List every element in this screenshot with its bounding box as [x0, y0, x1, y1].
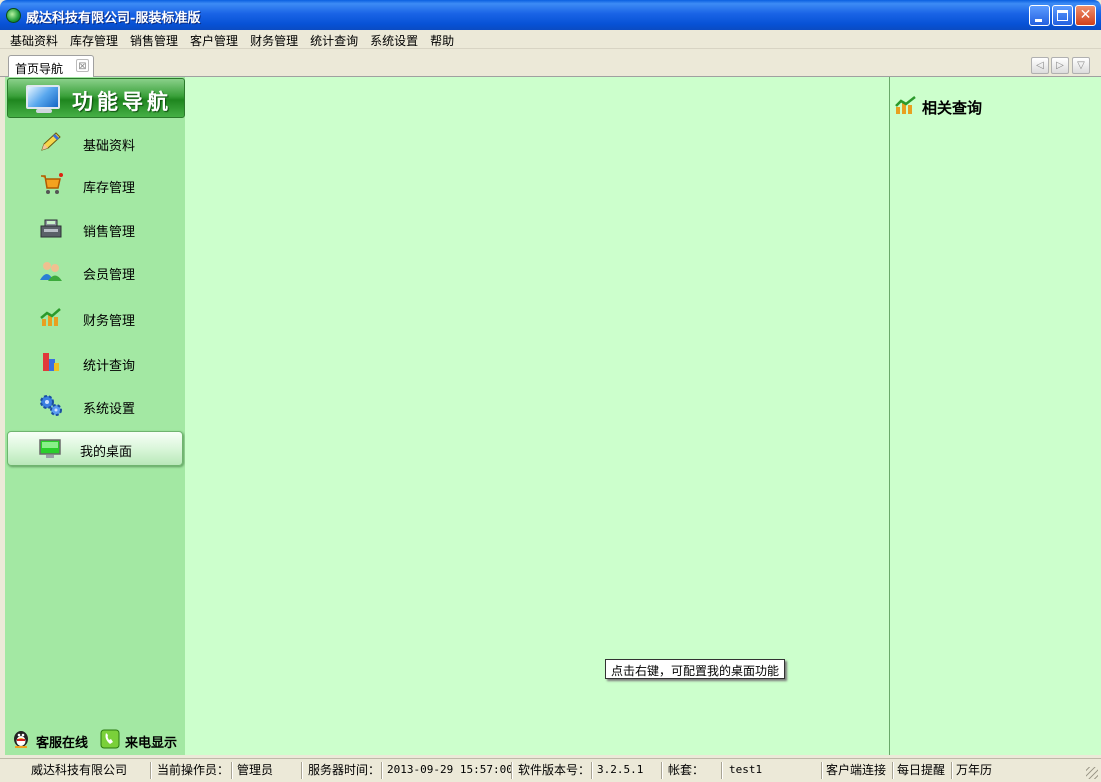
nav-header-title: 功能导航: [72, 90, 172, 114]
status-separator: [661, 762, 663, 779]
cart-icon: [41, 173, 63, 194]
phone-icon[interactable]: [100, 729, 120, 749]
status-separator: [511, 762, 513, 779]
close-button[interactable]: ✕: [1075, 5, 1096, 26]
caller-id-link[interactable]: 来电显示: [125, 732, 177, 751]
menu-inventory[interactable]: 库存管理: [64, 30, 124, 49]
gears-icon: [40, 395, 62, 416]
calendar-button[interactable]: 万年历: [956, 762, 992, 780]
maximize-button[interactable]: [1052, 5, 1073, 26]
menu-finance[interactable]: 财务管理: [244, 30, 304, 49]
client-connection-button[interactable]: 客户端连接: [826, 762, 886, 780]
status-separator: [231, 762, 233, 779]
chart-icon: [40, 308, 61, 326]
status-separator: [721, 762, 723, 779]
close-icon: ✕: [1079, 7, 1092, 23]
qq-penguin-icon[interactable]: [11, 729, 31, 749]
status-operator-label: 当前操作员：: [157, 763, 230, 777]
status-version-label: 软件版本号：: [518, 763, 591, 777]
tab-list-icon[interactable]: ▽: [1072, 57, 1090, 74]
nav-label: 统计查询: [83, 359, 136, 374]
status-separator: [591, 762, 593, 779]
status-account: test1: [729, 763, 763, 776]
monitor-stand: [36, 109, 52, 113]
nav-item-basic-data[interactable]: 基础资料: [5, 122, 185, 162]
daily-reminder-button[interactable]: 每日提醒: [897, 762, 945, 780]
monitor-icon: [39, 439, 61, 458]
nav-label: 基础资料: [83, 139, 136, 154]
tab-label: 首页导航: [15, 62, 64, 76]
title-bar[interactable]: 威达科技有限公司-服装标准版 ✕: [0, 0, 1101, 30]
tab-close-icon[interactable]: ⊠: [76, 59, 89, 72]
menu-basic-data[interactable]: 基础资料: [4, 30, 64, 49]
tab-strip: 首页导航 ⊠ ◁ ▷ ▽: [0, 52, 1101, 78]
menu-statistics[interactable]: 统计查询: [304, 30, 364, 49]
minimize-button[interactable]: [1029, 5, 1050, 26]
desktop-hint-tooltip: 点击右键，可配置我的桌面功能: [605, 659, 786, 679]
nav-label: 系统设置: [83, 402, 136, 417]
status-separator: [951, 762, 953, 779]
status-operator: 管理员: [237, 763, 274, 777]
users-icon: [40, 262, 62, 281]
status-server-time: 2013-09-29 15:57:00: [387, 763, 513, 776]
status-company: 威达科技有限公司: [31, 763, 128, 777]
nav-label: 销售管理: [83, 225, 136, 240]
nav-label: 财务管理: [83, 314, 136, 329]
menu-settings[interactable]: 系统设置: [364, 30, 424, 49]
tab-next-icon[interactable]: ▷: [1051, 57, 1069, 74]
status-account-label: 帐套：: [668, 763, 705, 777]
app-icon: [6, 8, 21, 23]
nav-item-settings[interactable]: 系统设置: [5, 385, 185, 425]
nav-label: 会员管理: [83, 268, 136, 283]
cash-register-icon: [40, 219, 62, 238]
nav-item-statistics[interactable]: 统计查询: [5, 342, 185, 382]
pencil-icon: [41, 132, 61, 151]
function-nav-panel: 功能导航 基础资料 库存管理 销售管理 会员管理 财务管理 统计查询 系统设置 …: [5, 77, 185, 755]
menu-sales[interactable]: 销售管理: [124, 30, 184, 49]
nav-item-my-desktop[interactable]: 我的桌面: [7, 431, 183, 466]
status-separator: [150, 762, 152, 779]
status-version: 3.2.5.1: [597, 763, 644, 776]
window-title: 威达科技有限公司-服装标准版: [26, 11, 201, 26]
related-query-title: 相关查询: [922, 99, 983, 117]
tab-home-nav[interactable]: 首页导航 ⊠: [8, 55, 94, 78]
monitor-icon: [26, 85, 60, 109]
status-separator: [892, 762, 894, 779]
status-bar: 威达科技有限公司 当前操作员： 管理员 服务器时间： 2013-09-29 15…: [0, 758, 1101, 782]
nav-item-members[interactable]: 会员管理: [5, 251, 185, 291]
resize-grip-icon[interactable]: [1086, 767, 1098, 779]
status-server-time-label: 服务器时间：: [308, 763, 381, 777]
status-separator: [381, 762, 383, 779]
tab-prev-icon[interactable]: ◁: [1031, 57, 1049, 74]
nav-item-inventory[interactable]: 库存管理: [5, 164, 185, 204]
bar-stats-icon: [43, 353, 59, 371]
bottom-links: 客服在线 来电显示: [5, 727, 185, 753]
nav-item-finance[interactable]: 财务管理: [5, 297, 185, 337]
status-separator: [821, 762, 823, 779]
service-online-link[interactable]: 客服在线: [36, 732, 88, 751]
menu-bar: 基础资料 库存管理 销售管理 客户管理 财务管理 统计查询 系统设置 帮助: [0, 30, 1101, 49]
related-query-panel: 相关查询: [889, 77, 1101, 755]
my-desktop-area[interactable]: 点击右键，可配置我的桌面功能: [185, 77, 889, 755]
menu-customers[interactable]: 客户管理: [184, 30, 244, 49]
chart-icon: [895, 96, 916, 114]
nav-header: 功能导航: [7, 78, 185, 118]
nav-item-sales[interactable]: 销售管理: [5, 208, 185, 248]
nav-label: 库存管理: [83, 181, 136, 196]
nav-label: 我的桌面: [80, 445, 133, 460]
status-separator: [301, 762, 303, 779]
menu-help[interactable]: 帮助: [424, 30, 460, 49]
